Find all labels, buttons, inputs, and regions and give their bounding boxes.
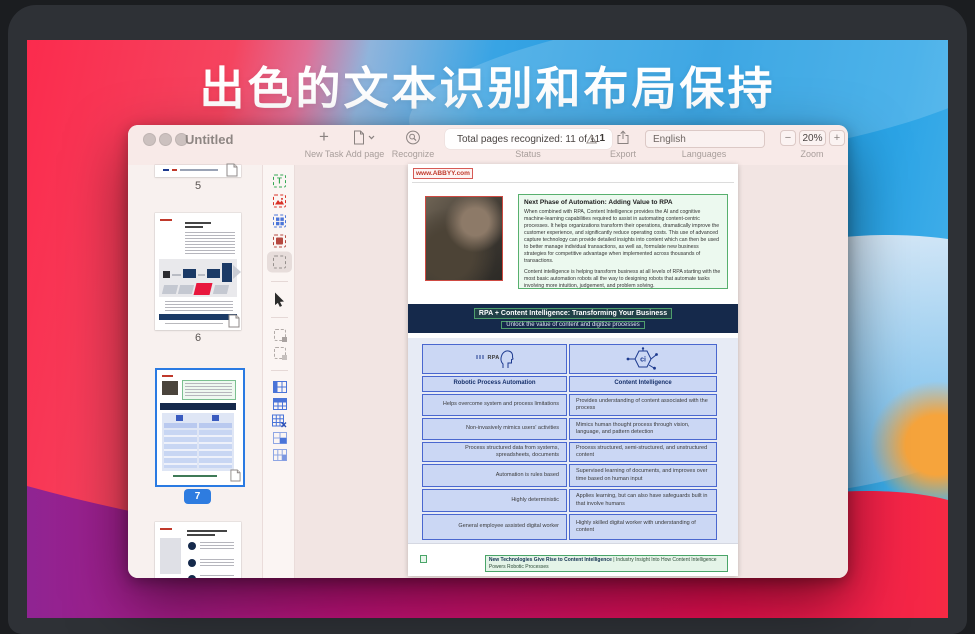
recognize-icon[interactable] — [406, 128, 421, 146]
doc-article-heading: Next Phase of Automation: Adding Value t… — [524, 199, 722, 206]
close-window-button[interactable] — [143, 133, 156, 146]
languages-field[interactable]: English — [645, 130, 765, 148]
add-page-icon[interactable] — [353, 128, 375, 146]
hero-title: 出色的文本识别和布局保持 — [0, 52, 975, 117]
select-cursor-tool[interactable] — [263, 293, 296, 308]
table-row: Automation is rules based Supervised lea… — [422, 464, 717, 487]
table-row: Process structured data from systems, sp… — [422, 442, 717, 462]
window-title: Untitled — [185, 132, 233, 147]
grid-icon — [276, 217, 284, 225]
table-row: Highly deterministic Applies learning, b… — [422, 489, 717, 512]
doc-url-text: www.ABBYY.com — [413, 168, 473, 179]
doc-article-block: Next Phase of Automation: Adding Value t… — [518, 194, 728, 289]
table-row: Non-invasively mimics users' activities … — [422, 418, 717, 440]
recognized-page-icon — [226, 163, 238, 177]
text-area-tool[interactable]: T — [263, 175, 296, 188]
subtract-from-area-tool[interactable] — [263, 347, 296, 359]
zoom-in-button[interactable]: + — [829, 130, 845, 146]
doc-article-para1: When combined with RPA, Content Intellig… — [524, 209, 722, 265]
doc-table-panel: RPA ci — [408, 338, 738, 544]
doc-photo — [425, 196, 503, 281]
thumbnail-page-7-selected[interactable] — [155, 368, 245, 487]
merge-cells-tool[interactable] — [263, 432, 296, 444]
svg-text:ci: ci — [640, 357, 646, 364]
image-icon — [275, 198, 284, 205]
warning-count: 1 — [599, 133, 605, 144]
recognition-area-tool[interactable] — [263, 256, 296, 269]
cursor-arrow-icon — [274, 293, 285, 308]
thumbnails-panel: 5 — [128, 165, 262, 578]
doc-banner: RPA + Content Intelligence: Transforming… — [408, 304, 738, 333]
add-to-area-tool[interactable] — [263, 329, 296, 341]
recognize-button[interactable]: Recognize — [392, 149, 435, 159]
table-header-left: Robotic Process Automation — [422, 376, 567, 392]
chevron-down-icon — [368, 135, 375, 140]
minus-icon: − — [785, 133, 791, 144]
zoom-value: 20% — [802, 133, 822, 144]
table-row: General employee assisted digital worker… — [422, 514, 717, 540]
warning-icon — [586, 134, 597, 144]
status-field: Total pages recognized: 11 of 11 1 — [445, 129, 612, 149]
doc-article-para2: Content intelligence is helping transfor… — [524, 269, 722, 290]
recognized-page-icon — [228, 314, 240, 328]
thumbnail-page-5[interactable] — [155, 165, 241, 177]
export-button[interactable]: Export — [610, 149, 636, 159]
thumbnail-page-8[interactable] — [155, 522, 241, 578]
status-text: Total pages recognized: 11 of 11 — [457, 134, 600, 145]
add-row-tool[interactable] — [263, 398, 296, 410]
ci-icon-cell: ci — [569, 344, 717, 374]
head-profile-icon — [500, 349, 514, 369]
area-tools-strip: T — [262, 165, 295, 578]
ci-hexagon-icon: ci — [626, 347, 660, 371]
doc-footer-text: New Technologies Give Rise to Content In… — [485, 555, 728, 572]
add-page-button[interactable]: Add page — [346, 149, 385, 159]
titlebar: Untitled + New Task Add page Recognize T… — [128, 125, 848, 166]
recognized-page-icon — [230, 469, 241, 482]
export-icon[interactable] — [617, 128, 630, 146]
arrow-shape — [233, 265, 241, 279]
picture-area-tool[interactable] — [263, 195, 296, 208]
new-task-button[interactable]: New Task — [305, 149, 344, 159]
table-header-right: Content Intelligence — [569, 376, 717, 392]
status-warning: 1 — [586, 133, 605, 144]
new-task-icon[interactable]: + — [319, 128, 329, 146]
document-page: www.ABBYY.com Next Phase of Automation: … — [408, 164, 738, 576]
thumbnail-page-6[interactable] — [155, 213, 241, 330]
background-picture-area-tool[interactable] — [263, 235, 296, 248]
doc-header-rule — [412, 182, 734, 183]
table-row: Helps overcome system and process limita… — [422, 394, 717, 416]
languages-label: Languages — [682, 149, 727, 159]
page-number-5: 5 — [155, 180, 241, 192]
languages-value: English — [646, 134, 686, 145]
delete-cells-tool[interactable] — [263, 415, 296, 428]
minimize-window-button[interactable] — [159, 133, 172, 146]
doc-banner-subtitle: Unlock the value of content and digitize… — [501, 321, 644, 329]
add-column-tool[interactable] — [263, 381, 296, 393]
app-window: Untitled + New Task Add page Recognize T… — [128, 125, 848, 578]
rpa-icon-cell: RPA — [422, 344, 567, 374]
rpa-icon-label: RPA — [487, 355, 499, 362]
zoom-value-field: 20% — [799, 130, 826, 146]
rpa-pins-icon — [475, 355, 485, 363]
page-number-6: 6 — [155, 332, 241, 344]
doc-banner-title: RPA + Content Intelligence: Transforming… — [474, 308, 672, 319]
table-area-tool[interactable] — [263, 215, 296, 228]
zoom-out-button[interactable]: − — [780, 130, 796, 146]
zoom-label: Zoom — [800, 149, 823, 159]
footer-marker-box — [420, 555, 427, 563]
screenshot-stage: 出色的文本识别和布局保持 Untitled + New Task Add pag… — [0, 0, 975, 634]
plus-icon: + — [834, 133, 840, 144]
document-canvas[interactable]: www.ABBYY.com Next Phase of Automation: … — [295, 165, 848, 578]
page-number-7-badge: 7 — [184, 489, 211, 504]
status-label: Status — [515, 149, 541, 159]
doc-footer: New Technologies Give Rise to Content In… — [420, 555, 728, 572]
split-cells-tool[interactable] — [263, 449, 296, 461]
comparison-table: RPA ci — [422, 344, 717, 540]
